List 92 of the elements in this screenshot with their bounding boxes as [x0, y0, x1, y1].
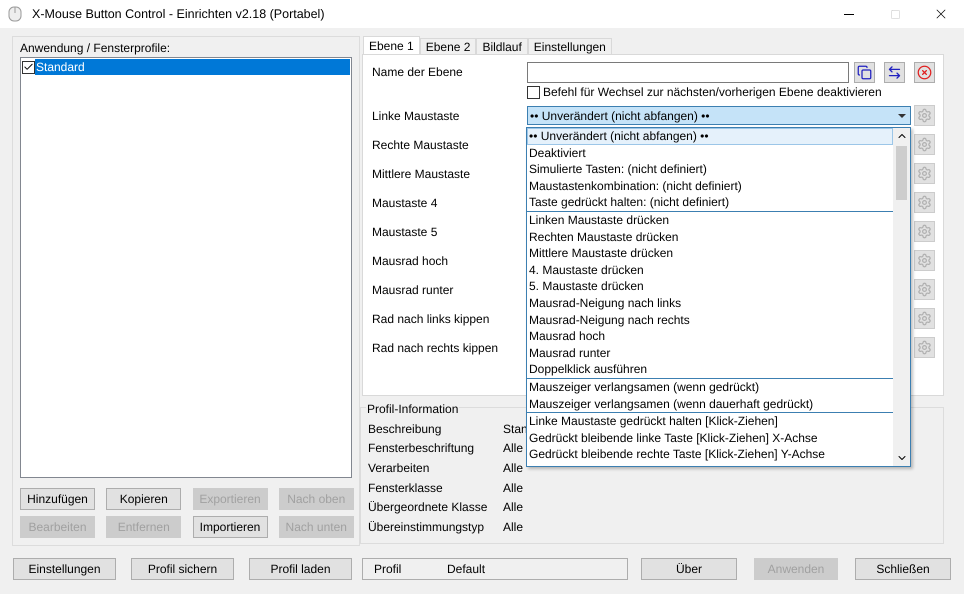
row-label: Mausrad hoch [372, 252, 450, 270]
dropdown-option[interactable]: Linken Maustaste drücken [527, 212, 893, 229]
settings-button[interactable] [914, 105, 935, 126]
settings-button[interactable] [914, 279, 935, 300]
dropdown-option[interactable]: Mittlere Maustaste drücken [527, 245, 893, 262]
dropdown-option[interactable]: Mausrad runter [527, 344, 893, 362]
settings-button[interactable] [914, 250, 935, 271]
dropdown-option[interactable]: Gedrückt bleibende rechte Taste [Klick-Ziehen] Y-Achse [527, 446, 893, 463]
info-label: Verarbeiten [368, 460, 430, 477]
settings-button[interactable] [914, 308, 935, 329]
info-value: Alle [503, 440, 524, 458]
info-value: Alle [503, 499, 524, 516]
gear-icon [917, 224, 932, 239]
info-label: Übergeordnete Klasse [368, 499, 488, 516]
dropdown-option[interactable]: Mausrad-Neigung nach links [527, 294, 893, 312]
delete-icon [917, 64, 932, 80]
swap-arrows-icon [887, 64, 902, 80]
info-label: Beschreibung [368, 420, 442, 438]
status-value: Default [447, 561, 486, 578]
dropdown-option[interactable]: Linke Maustaste gedrückt halten [Klick-Ziehen] [527, 413, 893, 430]
button[interactable]: Profil sichern [131, 558, 234, 580]
button[interactable]: Importieren [192, 516, 268, 538]
action-dropdown[interactable]: •• Unverändert (nicht abfangen) •• [527, 106, 911, 125]
dropdown-option[interactable]: Mauszeiger verlangsamen (wenn dauerhaft gedrückt) [527, 396, 893, 412]
tab[interactable]: Ebene 2 [420, 38, 476, 54]
dropdown-option[interactable]: 4. Maustaste drücken [527, 262, 893, 278]
dropdown-option[interactable]: Deaktiviert [527, 144, 893, 162]
layer-name-field[interactable] [527, 62, 849, 82]
row-label: Rad nach links kippen [372, 310, 490, 328]
copy-icon [857, 64, 872, 80]
gear-icon [917, 311, 932, 326]
info-value: Alle [503, 480, 524, 497]
list-item[interactable]: Standard [35, 59, 350, 75]
button[interactable]: Schließen [855, 558, 951, 580]
info-label: Fensterbeschriftung [368, 440, 476, 458]
dropdown-option[interactable]: Doppelklick ausführen [527, 361, 893, 378]
dropdown-option[interactable]: Simulierte Tasten: (nicht definiert) [527, 161, 893, 178]
dropdown-option[interactable]: Gedrückt bleibende linke Taste [Klick-Ziehen] X-Achse [527, 430, 893, 446]
info-value: Alle [503, 460, 524, 477]
dropdown-option[interactable]: Rechten Maustaste drücken [527, 228, 893, 246]
row-label: Maustaste 4 [372, 194, 438, 212]
mouse-icon [8, 6, 22, 22]
checkbox[interactable] [527, 86, 540, 98]
info-label: Fensterklasse [368, 480, 444, 497]
dropdown-arrow-icon [898, 114, 906, 118]
scroll-thumb[interactable] [896, 146, 907, 200]
button[interactable]: Hinzufügen [20, 488, 95, 510]
dropdown-option[interactable]: •• Unverändert (nicht abfangen) •• [527, 128, 893, 145]
gear-icon [917, 253, 932, 268]
info-value: Alle [503, 518, 524, 536]
checkbox-label: Befehl für Wechsel zur nächsten/vorherigen Ebene deaktivieren [543, 84, 882, 101]
copy-button[interactable] [854, 62, 875, 82]
button[interactable]: Einstellungen [13, 558, 116, 580]
tab[interactable]: Einstellungen [528, 38, 612, 54]
dropdown-option[interactable]: 5. Maustaste drücken [527, 278, 893, 295]
dropdown-option[interactable]: Mausrad-Neigung nach rechts [527, 312, 893, 328]
gear-icon [917, 137, 932, 152]
row-label: Rechte Maustaste [372, 136, 470, 154]
tab[interactable]: Bildlauf [476, 38, 528, 54]
button[interactable]: Profil laden [249, 558, 352, 580]
button[interactable]: Über [641, 558, 737, 580]
settings-button[interactable] [914, 337, 935, 358]
row-label: Mittlere Maustaste [372, 166, 472, 182]
settings-button[interactable] [914, 192, 935, 213]
status-label: Profil [374, 561, 402, 578]
gear-icon [917, 195, 932, 210]
maximize-icon [890, 8, 900, 20]
gear-icon [917, 166, 932, 181]
tab[interactable]: Ebene 1 [363, 36, 420, 54]
dropdown-option[interactable]: Maustastenkombination: (nicht definiert) [527, 178, 893, 194]
row-label: Maustaste 5 [372, 224, 438, 240]
row-label: Mausrad runter [372, 282, 454, 298]
button[interactable]: Kopieren [106, 488, 182, 510]
dropdown-option[interactable]: Taste gedrückt halten: (nicht definiert) [527, 194, 893, 211]
scrollbar[interactable] [893, 128, 910, 466]
delete-button[interactable] [914, 62, 935, 82]
gear-icon [917, 282, 932, 297]
settings-button[interactable] [914, 163, 935, 184]
group-label: Anwendung / Fensterprofile: [20, 41, 172, 55]
gear-icon [917, 340, 932, 355]
swap-button[interactable] [884, 62, 905, 82]
info-label: Übereinstimmungstyp [368, 518, 486, 536]
checkbox[interactable] [22, 60, 35, 74]
settings-button[interactable] [914, 221, 935, 242]
settings-button[interactable] [914, 134, 935, 155]
row-label: Rad nach rechts kippen [372, 340, 500, 356]
window-title: X-Mouse Button Control - Einrichten v2.18 (Portabel) [32, 6, 324, 23]
field-label: Name der Ebene [372, 64, 464, 81]
dropdown-option[interactable]: Mauszeiger verlangsamen (wenn gedrückt) [527, 378, 893, 396]
gear-icon [917, 108, 932, 123]
row-label: Linke Maustaste [372, 108, 460, 124]
dropdown-option[interactable]: Mausrad hoch [527, 328, 893, 345]
